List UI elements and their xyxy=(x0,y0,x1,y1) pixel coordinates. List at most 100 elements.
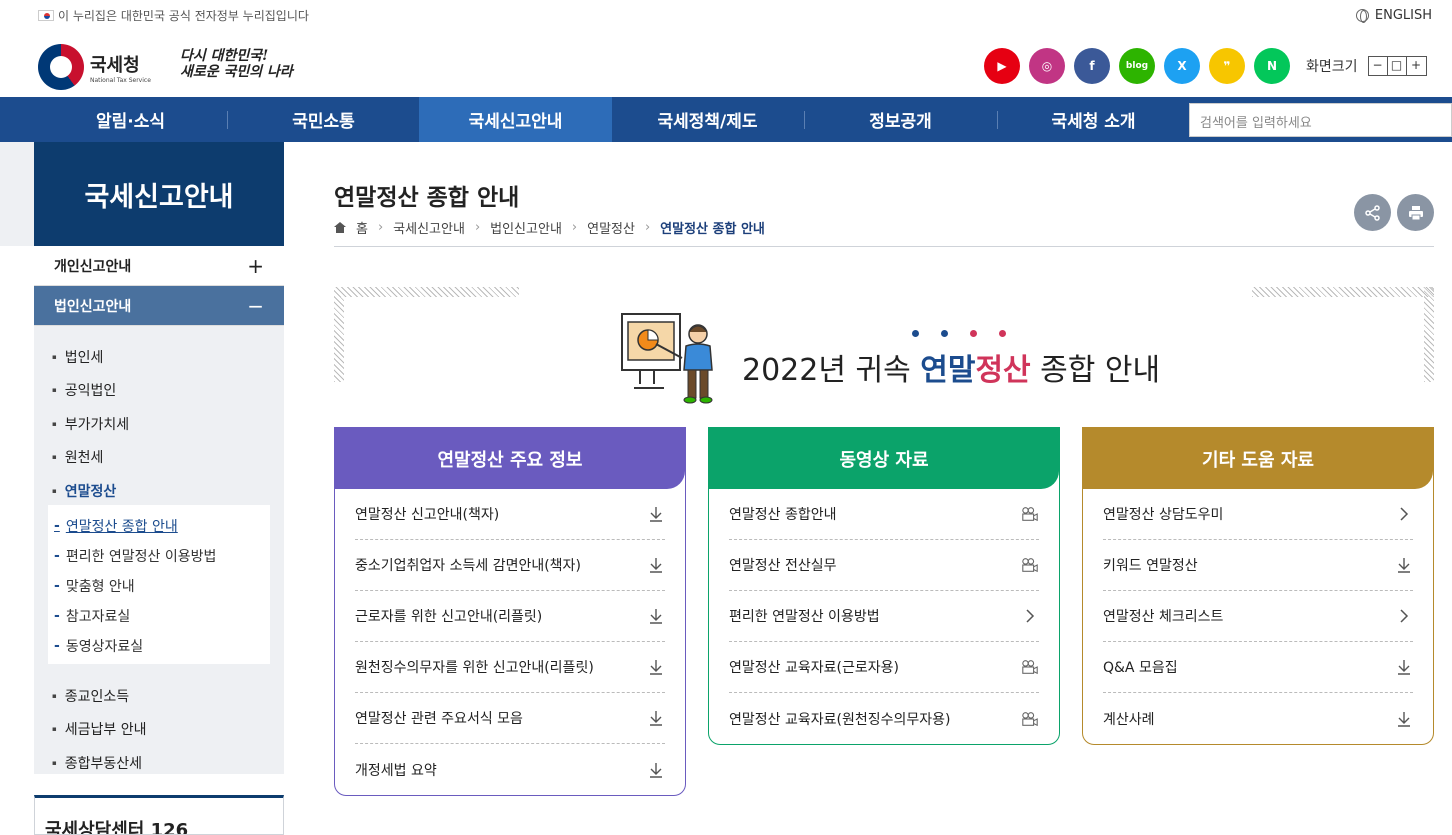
gov-notice-text: 이 누리집은 대한민국 공식 전자정부 누리집입니다 xyxy=(58,9,309,23)
gnb-item-communication[interactable]: 국민소통 xyxy=(227,97,420,142)
lnb-item-corporate[interactable]: 법인신고안내 − xyxy=(34,286,284,326)
chevron-right-icon xyxy=(1395,505,1413,523)
download-icon xyxy=(1395,658,1413,676)
card-list-item[interactable]: 연말정산 체크리스트 xyxy=(1103,591,1413,642)
lnb-sub-item[interactable]: 세금납부 안내 xyxy=(52,713,147,747)
gnb-item-news[interactable]: 알림·소식 xyxy=(34,97,227,142)
blog-icon[interactable]: blog xyxy=(1119,48,1155,84)
dot-decoration xyxy=(912,330,919,337)
print-button[interactable] xyxy=(1397,194,1434,231)
nts-logo[interactable]: 국세청 National Tax Service xyxy=(38,44,151,90)
video-icon xyxy=(1021,505,1039,523)
dot-decoration xyxy=(999,330,1006,337)
lnb-sub-item[interactable]: 공익법인 xyxy=(52,374,284,408)
card-title: 동영상 자료 xyxy=(709,428,1059,489)
card-list-item[interactable]: 연말정산 종합안내 xyxy=(729,489,1039,540)
gnb-item-policy[interactable]: 국세정책/제도 xyxy=(611,97,804,142)
instagram-icon[interactable]: ◎ xyxy=(1029,48,1065,84)
video-icon xyxy=(1021,556,1039,574)
card-item-label: 연말정산 종합안내 xyxy=(729,507,837,523)
card-list-item[interactable]: 연말정산 교육자료(근로자용) xyxy=(729,642,1039,693)
kakao-icon[interactable]: ❞ xyxy=(1209,48,1245,84)
header-divider xyxy=(334,246,1434,247)
card-list-item[interactable]: 연말정산 신고안내(책자) xyxy=(355,489,665,540)
slogan-line-2: 새로운 국민의 나라 xyxy=(180,64,293,80)
card-item-label: 계산사례 xyxy=(1103,711,1155,728)
chevron-right-icon xyxy=(1021,607,1039,625)
card-list-item[interactable]: Q&A 모음집 xyxy=(1103,642,1413,693)
nts-emblem-icon xyxy=(38,44,84,90)
card-item-label: Q&A 모음집 xyxy=(1103,660,1178,676)
logo-name: 국세청 xyxy=(90,54,140,76)
breadcrumb-item[interactable]: 법인신고안내 xyxy=(490,218,562,237)
lnb-sub-item[interactable]: 원천세 xyxy=(52,441,284,475)
card-list-item[interactable]: 중소기업취업자 소득세 감면안내(책자) xyxy=(355,540,665,591)
card-item-label: 연말정산 교육자료(원천징수의무자용) xyxy=(729,711,951,728)
card-list-item[interactable]: 연말정산 전산실무 xyxy=(729,540,1039,591)
card-list-item[interactable]: 연말정산 교육자료(원천징수의무자용) xyxy=(729,693,1039,744)
gnb-item-tax-filing[interactable]: 국세신고안내 xyxy=(419,97,612,142)
facebook-icon[interactable]: f xyxy=(1074,48,1110,84)
card-list-item[interactable]: 연말정산 관련 주요서식 모음 xyxy=(355,693,665,744)
lnb-item-personal[interactable]: 개인신고안내 + xyxy=(34,246,284,286)
call-center-banner[interactable]: 국세상담센터 126 xyxy=(34,795,284,835)
card-item-label: 편리한 연말정산 이용방법 xyxy=(729,609,880,625)
lnb-sub-item[interactable]: 부가가치세 xyxy=(52,407,284,441)
breadcrumb-item[interactable]: 국세신고안내 xyxy=(393,218,465,237)
hero-title: 2022년 귀속 연말정산 종합 안내 xyxy=(742,345,1160,389)
globe-icon xyxy=(1355,9,1369,23)
site-header: 국세청 National Tax Service 다시 대한민국! 새로운 국민… xyxy=(0,34,1452,97)
search-input[interactable]: 검색어를 입력하세요 xyxy=(1189,103,1452,137)
download-icon xyxy=(647,658,665,676)
slogan: 다시 대한민국! 새로운 국민의 나라 xyxy=(180,48,293,80)
card-item-label: 연말정산 전산실무 xyxy=(729,558,837,574)
download-icon xyxy=(647,709,665,727)
social-links: ▶ ◎ f blog X ❞ N xyxy=(984,48,1290,84)
lnb-third-item[interactable]: 맞춤형 안내 xyxy=(54,571,270,601)
lnb-sub-item[interactable]: 종합부동산세 xyxy=(52,746,146,780)
card-list-item[interactable]: 연말정산 상담도우미 xyxy=(1103,489,1413,540)
breadcrumb-home[interactable]: 홈 xyxy=(356,218,368,237)
breadcrumb-item[interactable]: 연말정산 xyxy=(587,218,635,237)
share-button[interactable] xyxy=(1354,194,1391,231)
card-item-label: 연말정산 신고안내(책자) xyxy=(355,507,500,523)
youtube-icon[interactable]: ▶ xyxy=(984,48,1020,84)
slogan-line-1: 다시 대한민국! xyxy=(180,48,269,64)
home-icon xyxy=(334,222,346,233)
font-decrease-button[interactable]: − xyxy=(1368,57,1388,75)
font-reset-button[interactable]: □ xyxy=(1387,57,1407,75)
font-size-control: 화면크기 − □ + xyxy=(1306,56,1427,76)
card-list-item[interactable]: 개정세법 요약 xyxy=(355,744,665,795)
lnb-third-item-current[interactable]: 연말정산 종합 안내 xyxy=(54,511,270,541)
dot-decoration xyxy=(941,330,948,337)
gnb-item-about[interactable]: 국세청 소개 xyxy=(997,97,1190,142)
card-list-item[interactable]: 편리한 연말정산 이용방법 xyxy=(729,591,1039,642)
lnb-third-item[interactable]: 동영상자료실 xyxy=(54,631,270,661)
lnb-sub-item-selected[interactable]: 연말정산 xyxy=(52,474,284,508)
title-dots xyxy=(912,330,1006,337)
card-title: 기타 도움 자료 xyxy=(1083,428,1433,489)
lnb-third-item[interactable]: 편리한 연말정산 이용방법 xyxy=(54,541,270,571)
lnb-sub-item[interactable]: 법인세 xyxy=(52,340,284,374)
hero-title-blue: 연말 xyxy=(920,353,976,388)
lnb-third-item[interactable]: 참고자료실 xyxy=(54,601,270,631)
hatch-decoration xyxy=(1252,287,1434,297)
card-list-item[interactable]: 원천징수의무자를 위한 신고안내(리플릿) xyxy=(355,642,665,693)
naver-post-icon[interactable]: N xyxy=(1254,48,1290,84)
plus-icon: + xyxy=(247,253,264,278)
gov-banner: 이 누리집은 대한민국 공식 전자정부 누리집입니다 xyxy=(38,7,309,24)
card-list-item[interactable]: 근로자를 위한 신고안내(리플릿) xyxy=(355,591,665,642)
x-icon[interactable]: X xyxy=(1164,48,1200,84)
card-list-item[interactable]: 키워드 연말정산 xyxy=(1103,540,1413,591)
lnb-sub-item[interactable]: 종교인소득 xyxy=(52,679,146,713)
card-list-item[interactable]: 계산사례 xyxy=(1103,693,1413,744)
presenter-illustration-icon xyxy=(621,313,713,404)
breadcrumb: 홈 › 국세신고안내 › 법인신고안내 › 연말정산 › 연말정산 종합 안내 xyxy=(334,218,765,237)
gnb-item-disclosure[interactable]: 정보공개 xyxy=(804,97,997,142)
hatch-decoration xyxy=(1424,287,1434,382)
english-link[interactable]: ENGLISH xyxy=(1355,8,1432,23)
dot-decoration xyxy=(970,330,977,337)
card-item-label: 원천징수의무자를 위한 신고안내(리플릿) xyxy=(355,660,594,676)
print-icon xyxy=(1408,205,1423,220)
font-increase-button[interactable]: + xyxy=(1406,57,1426,75)
